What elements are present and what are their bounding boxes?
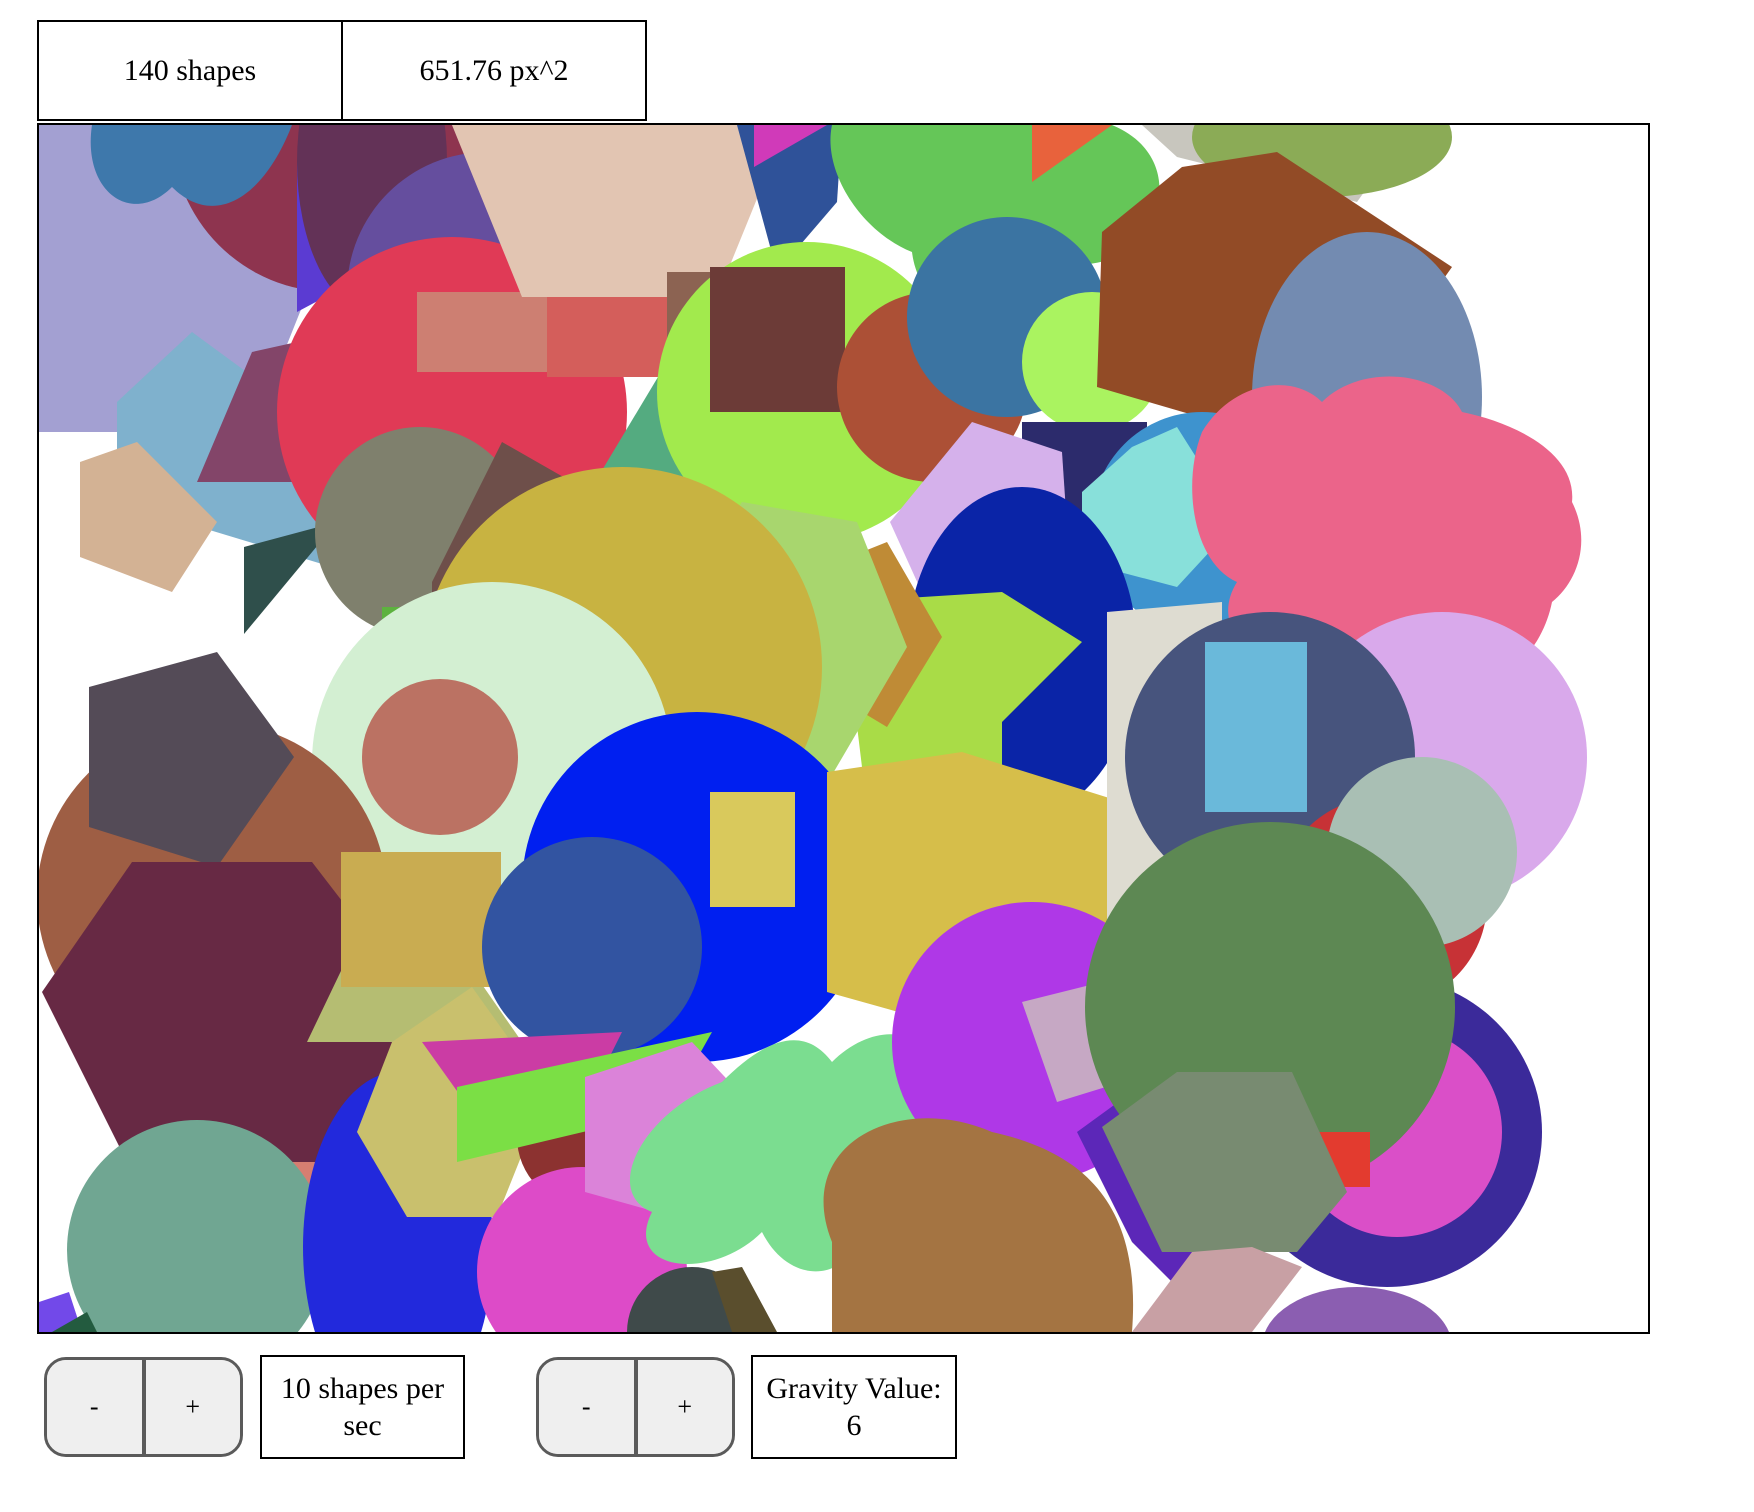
shape-ellipse[interactable] [1262, 1287, 1452, 1332]
spawn-rate-stepper: - + [44, 1357, 243, 1457]
shape-circle[interactable] [362, 679, 518, 835]
gravity-decrease-button[interactable]: - [539, 1360, 634, 1454]
gravity-stepper: - + [536, 1357, 735, 1457]
shape-rect[interactable] [710, 792, 795, 907]
spawn-rate-increase-button[interactable]: + [141, 1360, 240, 1454]
average-area-label: 651.76 px^2 [419, 53, 569, 87]
shape-rect[interactable] [1205, 642, 1307, 812]
shape-rect[interactable] [341, 852, 501, 987]
gravity-value: 6 [846, 1409, 862, 1442]
shape-rect[interactable] [710, 267, 845, 412]
shape-canvas-drawing [39, 125, 1587, 1332]
average-area-display: 651.76 px^2 [341, 20, 647, 121]
spawn-rate-label: 10 shapes per sec [280, 1372, 445, 1442]
gravity-display: Gravity Value: 6 [751, 1355, 957, 1459]
shape-rect[interactable] [547, 297, 677, 377]
shape-rect[interactable] [417, 292, 557, 372]
spawn-rate-decrease-button[interactable]: - [47, 1360, 142, 1454]
shape-canvas[interactable] [37, 123, 1650, 1334]
spawn-rate-display: 10 shapes per sec [260, 1355, 465, 1459]
gravity-label: Gravity Value: [766, 1372, 942, 1405]
gravity-increase-button[interactable]: + [633, 1360, 732, 1454]
shape-count-label: 140 shapes [123, 53, 257, 87]
shape-count-display: 140 shapes [37, 20, 343, 121]
shape-circle[interactable] [482, 837, 702, 1057]
